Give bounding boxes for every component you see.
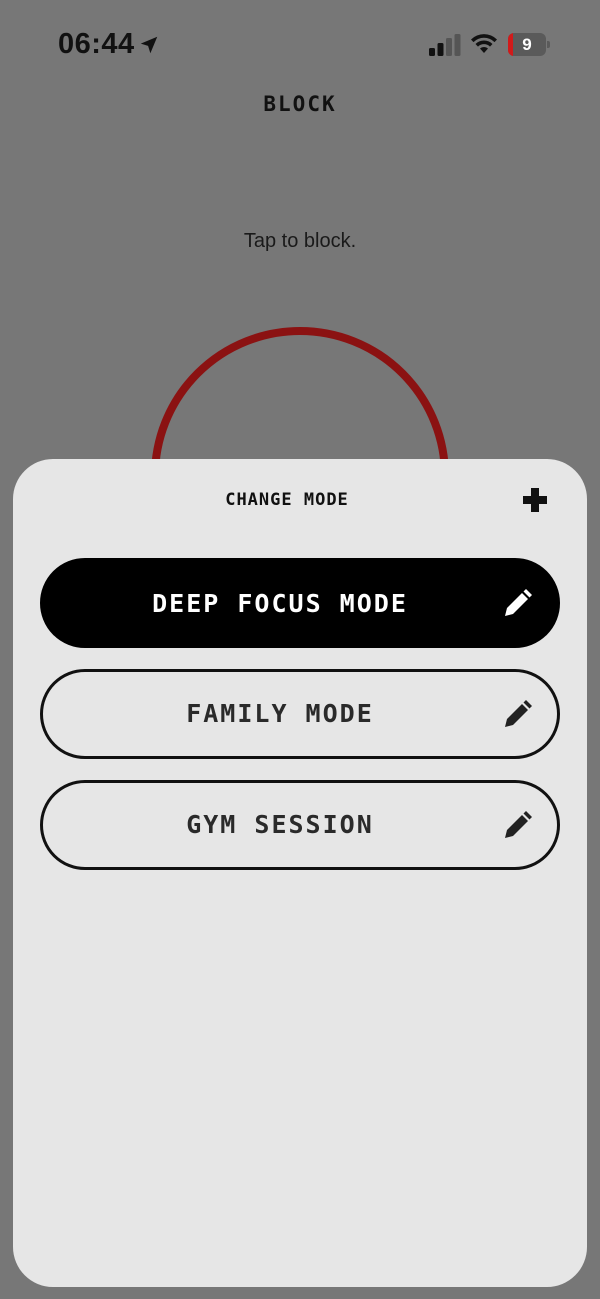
battery-indicator: 9 [508,33,550,56]
location-arrow-icon [140,36,158,54]
mode-button-deep-focus[interactable]: DEEP FOCUS MODE [40,558,560,648]
plus-icon[interactable] [518,483,552,517]
mode-label: GYM SESSION [186,810,374,839]
pencil-icon[interactable] [500,809,534,843]
change-mode-sheet: CHANGE MODE DEEP FOCUS MODE FAMILY MODE … [13,459,587,1287]
mode-label: DEEP FOCUS MODE [152,589,408,618]
tap-hint: Tap to block. [243,230,357,252]
cellular-signal-icon [429,34,461,56]
pencil-icon[interactable] [500,587,534,621]
mode-label: FAMILY MODE [186,699,374,728]
mode-button-gym-session[interactable]: GYM SESSION [40,780,560,870]
status-time: 06:44 [58,28,135,60]
sheet-title: CHANGE MODE [225,490,349,510]
pencil-icon[interactable] [500,698,534,732]
battery-cap [547,41,550,48]
status-bar: 06:44 9 [0,0,600,90]
wifi-icon [471,34,497,53]
page-title: BLOCK [263,92,337,116]
battery-body: 9 [508,33,546,56]
mode-button-family[interactable]: FAMILY MODE [40,669,560,759]
screen: 06:44 9 BLOCK Tap to block. CHANGE MODE … [0,0,600,1299]
battery-level: 9 [522,35,532,54]
